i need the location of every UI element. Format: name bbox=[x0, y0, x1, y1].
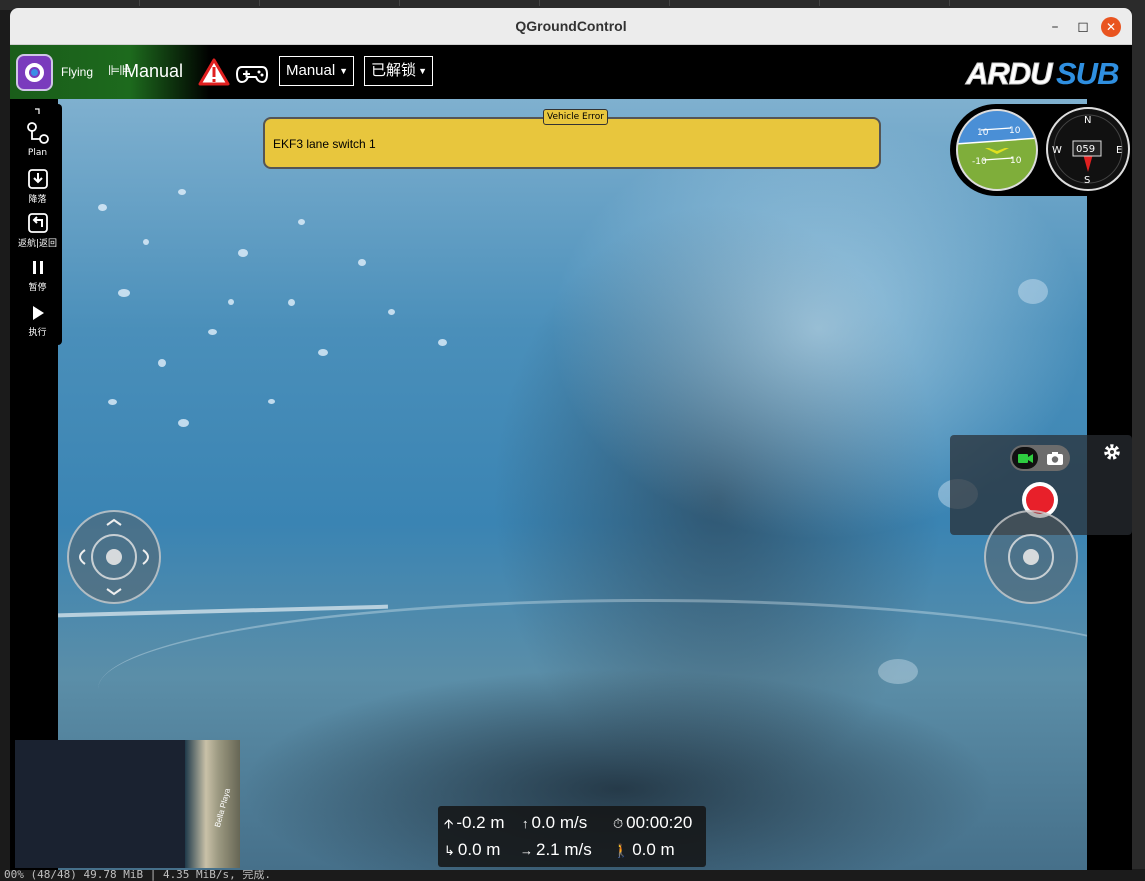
tool-strip-collapse[interactable] bbox=[13, 108, 62, 116]
right-joystick-knob bbox=[1023, 549, 1039, 565]
svg-text:SUB: SUB bbox=[1056, 56, 1119, 91]
title-bar: QGroundControl – ◻ ✕ bbox=[10, 8, 1132, 45]
flight-mode-dropdown[interactable]: Manual ▼ bbox=[279, 56, 354, 86]
gamepad-icon[interactable] bbox=[236, 62, 268, 84]
vertical-speed-icon: ↑ bbox=[522, 816, 529, 831]
vehicle-status[interactable]: Flying bbox=[61, 65, 93, 79]
mini-map[interactable]: Bella Playa bbox=[15, 740, 240, 868]
close-button[interactable]: ✕ bbox=[1101, 17, 1121, 37]
ardusub-logo: ARDU SUB bbox=[965, 56, 1121, 92]
attitude-indicator: 10 10 -10 10 bbox=[956, 109, 1038, 191]
vehicle-error-tag: Vehicle Error bbox=[543, 109, 608, 125]
compass-n: N bbox=[1084, 115, 1091, 126]
tool-return-label: 返航|返回 bbox=[17, 239, 58, 249]
left-joystick[interactable] bbox=[67, 510, 161, 604]
tool-land-label: 降落 bbox=[28, 195, 47, 205]
chevron-down-icon: ▼ bbox=[339, 66, 348, 76]
flight-time-value: 00:00:20 bbox=[626, 813, 693, 832]
attitude-tick-3: -10 bbox=[972, 157, 987, 167]
compass-rose: N E S W 059 bbox=[1046, 107, 1130, 191]
minimize-button[interactable]: – bbox=[1045, 17, 1065, 37]
compass-w: W bbox=[1052, 145, 1062, 156]
background-terminal-left bbox=[0, 10, 10, 881]
timer-icon: ⏱ bbox=[613, 816, 624, 831]
operator-distance-readout: 🚶 0.0 m bbox=[613, 840, 675, 860]
ground-speed-readout: → 2.1 m/s bbox=[520, 840, 592, 860]
video-mode-button[interactable] bbox=[1012, 447, 1038, 469]
attitude-tick-4: 10 bbox=[1010, 156, 1022, 166]
tool-plan-label: Plan bbox=[27, 148, 48, 158]
video-rim bbox=[98, 599, 1087, 779]
vehicle-error-message: EKF3 lane switch 1 bbox=[273, 137, 376, 151]
chevron-down-icon: ▼ bbox=[418, 66, 427, 76]
main-toolbar: Flying ⊫⊫ Manual Manual ▼ 已解锁 ▼ ARDU SUB bbox=[10, 45, 1132, 99]
telemetry-panel[interactable]: 🡩 -0.2 m ↑ 0.0 m/s ⏱ 00:00:20 ↳ 0.0 m → 2.1 m… bbox=[438, 806, 706, 867]
qgc-logo-dot bbox=[31, 69, 38, 76]
gear-icon[interactable] bbox=[1102, 442, 1122, 462]
arm-status-dropdown-value: 已解锁 bbox=[371, 62, 417, 79]
flight-time-readout: ⏱ 00:00:20 bbox=[613, 813, 692, 833]
flight-mode-dropdown-value: Manual bbox=[286, 62, 336, 79]
photo-camera-icon[interactable] bbox=[1045, 449, 1065, 467]
altitude-readout: 🡩 -0.2 m bbox=[444, 813, 505, 837]
pause-icon bbox=[32, 261, 43, 274]
return-icon bbox=[27, 213, 48, 233]
screen: 00% (48/48) 49.78 MiB | 4.35 MiB/s, 完成. … bbox=[0, 0, 1145, 881]
operator-distance-value: 0.0 m bbox=[632, 840, 675, 859]
home-distance-readout: ↳ 0.0 m bbox=[444, 840, 500, 860]
video-camera-icon bbox=[1018, 454, 1033, 463]
home-distance-value: 0.0 m bbox=[457, 840, 501, 859]
tool-execute[interactable]: 执行 bbox=[13, 303, 62, 338]
attitude-tick-1: 10 bbox=[977, 128, 989, 138]
land-icon bbox=[27, 169, 48, 189]
play-icon bbox=[32, 306, 44, 320]
tool-pause[interactable]: 暂停 bbox=[13, 258, 62, 293]
arm-status-dropdown[interactable]: 已解锁 ▼ bbox=[364, 56, 433, 86]
window-title: QGroundControl bbox=[515, 18, 627, 34]
plan-icon bbox=[26, 122, 49, 144]
warning-icon[interactable] bbox=[198, 58, 230, 86]
joystick-arrows-icon bbox=[79, 518, 149, 596]
attitude-tick-2: 10 bbox=[1009, 126, 1021, 136]
flight-mode-label[interactable]: Manual bbox=[124, 61, 183, 82]
vertical-speed-value: 0.0 m/s bbox=[531, 813, 588, 832]
background-terminal-status: 00% (48/48) 49.78 MiB | 4.35 MiB/s, 完成. bbox=[0, 869, 1145, 881]
tool-pause-label: 暂停 bbox=[28, 283, 47, 293]
tool-strip: Plan 降落 返航|返回 暂停 执行 bbox=[13, 104, 62, 345]
vertical-speed-readout: ↑ 0.0 m/s bbox=[522, 813, 587, 833]
compass-heading: 059 bbox=[1076, 144, 1095, 155]
qgc-logo-button[interactable] bbox=[16, 54, 53, 91]
person-icon: 🚶 bbox=[613, 843, 630, 858]
background-window-right bbox=[1132, 10, 1145, 881]
ground-speed-value: 2.1 m/s bbox=[536, 840, 592, 859]
altitude-value: -0.2 m bbox=[456, 813, 505, 832]
maximize-button[interactable]: ◻ bbox=[1073, 17, 1093, 37]
svg-text:ARDU: ARDU bbox=[965, 56, 1054, 91]
altitude-icon: 🡩 bbox=[444, 816, 454, 831]
tool-land[interactable]: 降落 bbox=[13, 168, 62, 205]
compass-e: E bbox=[1116, 145, 1122, 156]
chevron-icon bbox=[34, 108, 40, 114]
compass-s: S bbox=[1084, 175, 1090, 186]
tool-return[interactable]: 返航|返回 bbox=[13, 212, 62, 249]
map-coastline bbox=[185, 740, 240, 868]
right-joystick[interactable] bbox=[984, 510, 1078, 604]
tool-plan[interactable]: Plan bbox=[13, 120, 62, 158]
turn-arrow-icon: ↳ bbox=[444, 843, 455, 858]
tool-execute-label: 执行 bbox=[28, 328, 47, 338]
right-arrow-icon: → bbox=[520, 843, 533, 858]
